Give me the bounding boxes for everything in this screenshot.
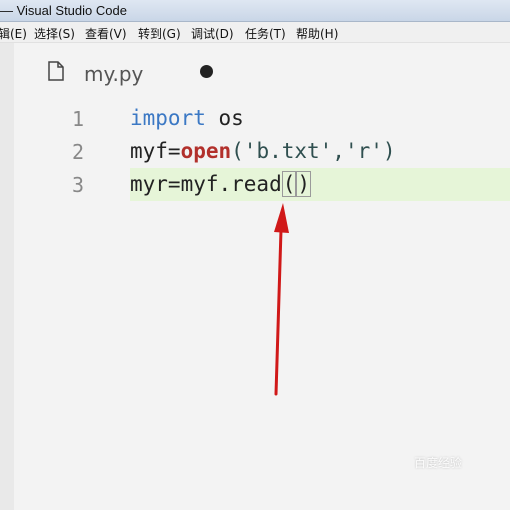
keyword-token: import <box>130 106 206 130</box>
window-title: — Visual Studio Code <box>0 3 127 18</box>
bracket-match-close: ) <box>296 171 312 197</box>
code-token: os <box>205 106 244 130</box>
builtin-token: open <box>180 139 232 163</box>
menu-tasks[interactable]: 任务(T) <box>245 25 286 42</box>
title-bar: — Visual Studio Code <box>0 0 510 22</box>
editor-tab-my-py[interactable]: my.py <box>28 43 238 101</box>
code-editor[interactable]: 1 2 3 import os myf=open('b.txt','r') my… <box>14 101 510 510</box>
unsaved-dot-icon[interactable] <box>200 65 213 78</box>
line-number: 1 <box>72 107 85 131</box>
menu-edit[interactable]: 辑(E) <box>0 25 27 42</box>
menu-debug[interactable]: 调试(D) <box>191 25 234 42</box>
activity-bar-edge <box>0 43 14 510</box>
code-line-1[interactable]: import os <box>130 106 244 139</box>
code-token: myf= <box>130 139 181 163</box>
code-token: myr=myf.read <box>130 172 282 196</box>
code-line-2[interactable]: myf=open('b.txt','r') <box>130 139 396 172</box>
menu-selection[interactable]: 选择(S) <box>34 25 75 42</box>
watermark-text: 百度经验 <box>414 456 463 470</box>
line-number: 3 <box>72 173 85 197</box>
tab-label: my.py <box>84 62 144 86</box>
menu-view[interactable]: 查看(V) <box>85 25 127 42</box>
line-number: 2 <box>72 140 85 164</box>
menu-goto[interactable]: 转到(G) <box>138 25 181 42</box>
menu-bar: 辑(E) 选择(S) 查看(V) 转到(G) 调试(D) 任务(T) 帮助(H) <box>0 22 510 43</box>
file-icon <box>48 61 64 81</box>
bracket-match-open: ( <box>281 171 297 197</box>
code-token: ('b.txt','r') <box>231 139 396 163</box>
code-line-3[interactable]: myr=myf.read() <box>130 171 312 205</box>
menu-help[interactable]: 帮助(H) <box>296 25 338 42</box>
tab-strip: my.py <box>14 43 510 101</box>
